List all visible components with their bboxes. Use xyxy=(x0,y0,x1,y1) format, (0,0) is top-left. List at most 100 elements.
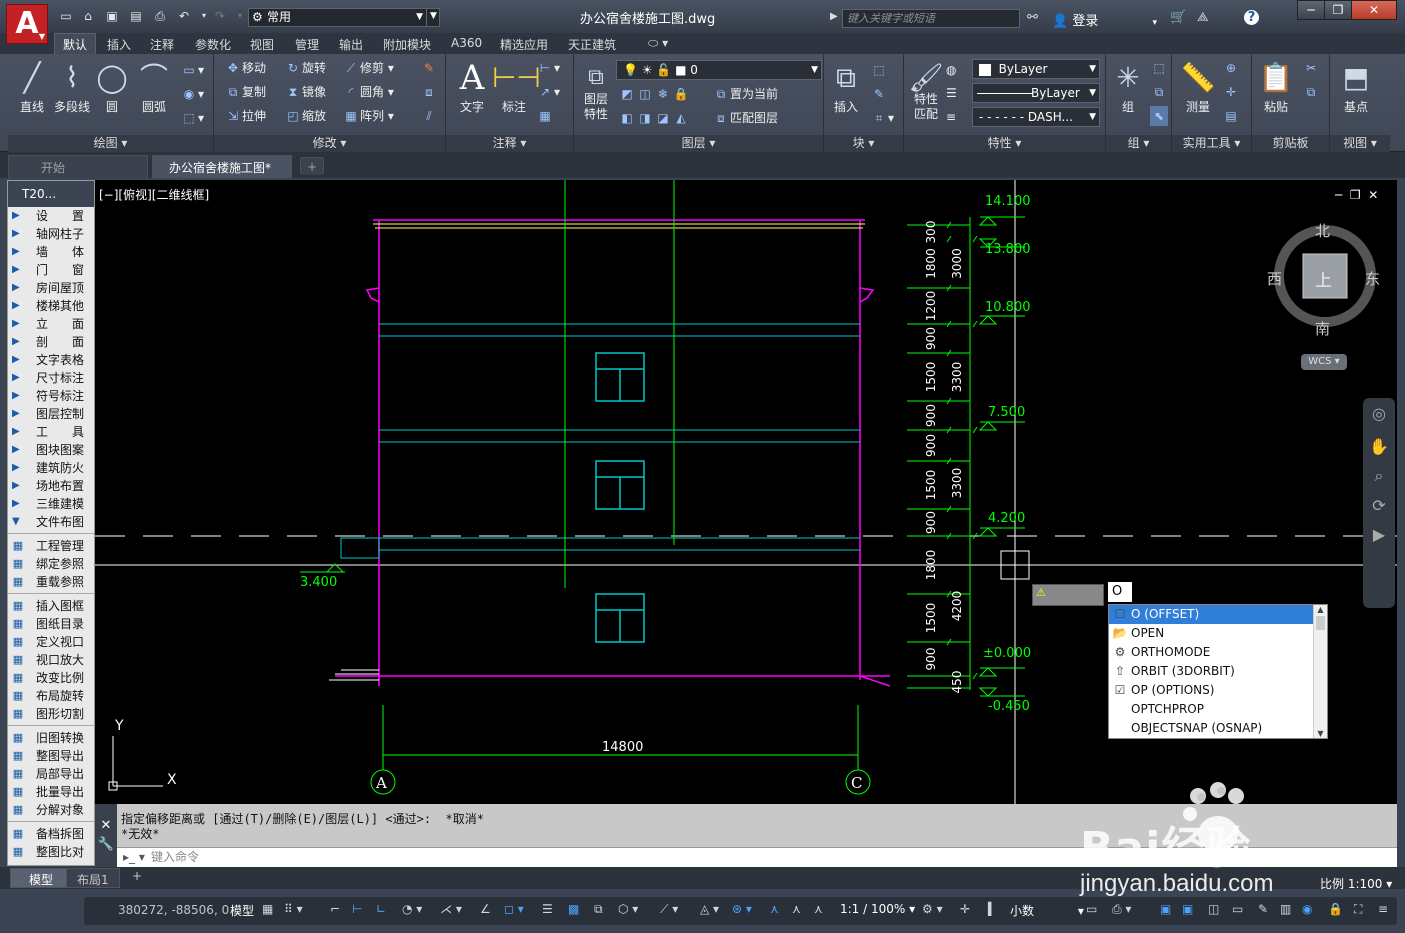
properties-panel-title[interactable]: 特性 ▾ xyxy=(904,135,1105,152)
close-icon[interactable]: ✕ xyxy=(95,818,117,833)
autocomplete-scrollbar[interactable]: ▲ ▼ xyxy=(1313,605,1327,738)
create-block-button[interactable]: ⬚ xyxy=(870,60,888,80)
globe-icon[interactable]: ◉ xyxy=(1302,902,1312,916)
dynamic-input-field[interactable]: O xyxy=(1108,582,1132,602)
undo-dropdown-icon[interactable]: ▾ xyxy=(196,9,212,23)
palette-item[interactable]: ▦ 视口放大 xyxy=(8,651,94,669)
palette-item[interactable]: ▶ 图块图案 xyxy=(8,441,94,459)
palette-item[interactable]: ▶ 设 置 xyxy=(8,207,94,225)
tab-annotate[interactable]: 注释 xyxy=(150,36,174,53)
annotation-scale-select[interactable]: 1:1 / 100% ▾ xyxy=(840,902,915,916)
menu-icon[interactable]: ≡ xyxy=(1378,902,1388,916)
auto-scale-icon[interactable]: ⋏ xyxy=(792,902,801,916)
annotation-visibility-icon[interactable]: ⋏ xyxy=(770,902,779,916)
edit-block-button[interactable]: ✎ xyxy=(870,84,888,104)
palette-item[interactable]: ▶ 图层控制 xyxy=(8,405,94,423)
fullscreen-icon[interactable]: ⛶ xyxy=(1354,902,1362,917)
palette-item[interactable]: ▶ 轴网柱子 xyxy=(8,225,94,243)
region-button[interactable]: ⬚ ▾ xyxy=(180,108,204,128)
tab-manage[interactable]: 管理 xyxy=(295,36,319,53)
grid-icon[interactable]: ▦ xyxy=(262,902,273,916)
block-attr-button[interactable]: ⌗ ▾ xyxy=(870,108,894,128)
wcs-menu[interactable]: WCS ▾ xyxy=(1301,354,1347,370)
new-tab-button[interactable]: + xyxy=(300,157,325,175)
infer-constraints-icon[interactable]: ⌐ xyxy=(330,902,340,916)
palette-item[interactable]: ▦ 旧图转换 xyxy=(8,729,94,747)
layer-select[interactable]: 💡 ☀ 🔓 ■ 0 ▼ xyxy=(616,60,822,80)
tab-tangent[interactable]: 天正建筑 xyxy=(568,36,616,53)
login-button[interactable]: 👤 登录 ▾ xyxy=(1052,10,1157,29)
search-expand-icon[interactable]: ▶ xyxy=(830,11,838,22)
tab-a360[interactable]: A360 xyxy=(451,36,482,50)
command-input[interactable]: ▸_ ▾ 键入命令 xyxy=(117,847,1397,867)
annotation-panel-title[interactable]: 注释 ▾ xyxy=(446,135,573,152)
3d-osnap-icon[interactable]: ⬡ ▾ xyxy=(618,902,638,916)
paste-button[interactable]: 📋 粘贴 xyxy=(1254,58,1298,115)
offset-button[interactable]: ⫽ xyxy=(420,106,438,126)
cut-button[interactable]: ✂ xyxy=(1302,58,1320,78)
graphics-perf-icon[interactable]: ▭ xyxy=(1232,902,1243,916)
palette-title[interactable]: T20... xyxy=(8,181,94,207)
layers-panel-title[interactable]: 图层 ▾ xyxy=(574,135,823,152)
mirror-button[interactable]: ⧗ 镜像 xyxy=(284,82,326,102)
selection-cycling-icon[interactable]: ⧉ xyxy=(594,902,603,917)
pan-icon[interactable]: ✋ xyxy=(1363,437,1395,456)
search-input[interactable]: 键入关键字或短语 xyxy=(842,9,1020,28)
layer-tools-row2[interactable]: ◧ ◨ ◪ ◭ xyxy=(618,108,690,128)
palette-item[interactable]: ▶ 墙 体 xyxy=(8,243,94,261)
rotate-button[interactable]: ↻ 旋转 xyxy=(284,58,326,78)
lock-icon[interactable]: 🔒 xyxy=(1328,902,1343,916)
palette-item[interactable]: ▦ 局部导出 xyxy=(8,765,94,783)
arc-button[interactable]: ⌒ 圆弧 xyxy=(132,58,176,115)
tab-view[interactable]: 视图 xyxy=(250,36,274,53)
palette-item[interactable]: ▶ 门 窗 xyxy=(8,261,94,279)
palette-item[interactable]: ▶ 符号标注 xyxy=(8,387,94,405)
object-snap-icon[interactable]: ◻ ▾ xyxy=(504,902,524,916)
lineweight-toggle-icon[interactable]: ☰ xyxy=(542,902,553,916)
linear-dim-button[interactable]: ⊢ ▾ xyxy=(536,58,560,78)
viewcube-top-label[interactable]: 上 xyxy=(1315,266,1332,291)
palette-item[interactable]: ▦ 分解对象 xyxy=(8,801,94,819)
polar-icon[interactable]: ◔ ▾ xyxy=(402,902,422,916)
autocomplete-item[interactable]: ⚙ ORTHOMODE xyxy=(1109,643,1327,662)
vp-close-icon[interactable]: ✕ xyxy=(1368,188,1378,202)
insert-block-button[interactable]: ⧉ 插入 xyxy=(824,58,868,115)
open-file-icon[interactable]: ⌂ xyxy=(80,9,96,23)
app-menu-button[interactable]: A ▼ xyxy=(6,4,48,44)
color-wheel-icon[interactable]: ◍ xyxy=(946,60,956,80)
maximize-button[interactable]: ❐ xyxy=(1324,0,1352,20)
color-select[interactable]: ByLayer ▼ xyxy=(972,59,1100,79)
compass-south[interactable]: 南 xyxy=(1315,318,1330,339)
dynamic-input-icon[interactable]: ⊢ xyxy=(352,902,362,916)
linetype-icon[interactable]: ≡ xyxy=(946,107,956,127)
trim-button[interactable]: ⟋ 修剪 ▾ xyxy=(342,58,394,78)
autocomplete-item[interactable]: ⇧ ORBIT (3DORBIT) xyxy=(1109,662,1327,681)
set-current-button[interactable]: ⧉ 置为当前 xyxy=(712,84,778,104)
autocomplete-item[interactable]: ☑ OP (OPTIONS) xyxy=(1109,681,1327,700)
table-button[interactable]: ▦ xyxy=(536,106,554,126)
binoculars-icon[interactable]: ⚯ xyxy=(1027,10,1038,25)
text-button[interactable]: A 文字 xyxy=(450,58,494,115)
ratio-readout[interactable]: 比例 1:100 ▾ xyxy=(1320,875,1392,892)
palette-item[interactable]: ▦ 图形切割 xyxy=(8,705,94,723)
autodesk-exchange-icon[interactable]: ⟁ xyxy=(1197,10,1209,25)
tab-current-drawing[interactable]: 办公宿舍楼施工图* × xyxy=(152,155,292,190)
isolate-objects-icon[interactable]: ▣ xyxy=(1160,902,1171,916)
palette-item[interactable]: ▶ 房间屋顶 xyxy=(8,279,94,297)
layer-tools-row1[interactable]: ◩ ◫ ❄ 🔒 xyxy=(618,84,690,104)
steering-wheel-icon[interactable]: ◎ xyxy=(1363,404,1395,423)
palette-item[interactable]: ▦ 定义视口 xyxy=(8,633,94,651)
fillet-button[interactable]: ◜ 圆角 ▾ xyxy=(342,82,394,102)
tab-start[interactable]: 开始 xyxy=(8,155,148,178)
lock-ui-icon[interactable]: ⎙ ▾ xyxy=(1112,902,1131,917)
isodraft-icon[interactable]: ⋌ ▾ xyxy=(440,902,462,916)
quick-properties-icon[interactable]: ▭ xyxy=(1086,902,1097,916)
help-icon[interactable]: ? xyxy=(1244,10,1259,25)
workspace-select[interactable]: ⚙ 常用 ▼ ▼ xyxy=(248,8,440,27)
groups-panel-title[interactable]: 组 ▾ xyxy=(1106,135,1171,152)
calculator-button[interactable]: ▤ xyxy=(1222,106,1240,126)
minimize-button[interactable]: ─ xyxy=(1297,0,1325,20)
coordinate-readout[interactable]: 380272, -88506, 0 xyxy=(118,903,229,917)
compass-west[interactable]: 西 xyxy=(1267,268,1282,289)
move-button[interactable]: ✥ 移动 xyxy=(224,58,266,78)
